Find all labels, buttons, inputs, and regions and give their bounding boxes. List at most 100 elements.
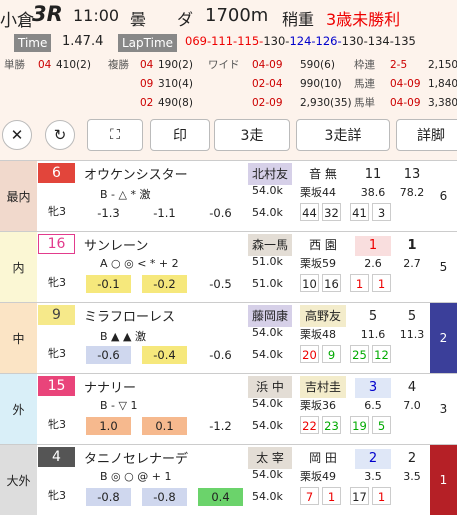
training-course: 栗坂49 — [300, 470, 336, 483]
expand-button[interactable]: ⛶ — [87, 119, 143, 151]
horse-number: 9 — [38, 305, 75, 325]
weight-2: 54.0k — [252, 206, 283, 219]
index-value: -0.8 — [142, 488, 187, 506]
horse-name[interactable]: オウケンシスター — [84, 164, 188, 183]
popularity: 2 — [355, 449, 391, 469]
horse-name[interactable]: ミラフローレス — [84, 306, 175, 325]
stat-box-2: 1 — [322, 487, 341, 505]
index-value: -0.6 — [198, 346, 243, 364]
weight: 54.0k — [252, 468, 283, 481]
prediction-marks: B - △ * 激 — [100, 188, 151, 201]
laptime-label: LapTime — [118, 34, 178, 52]
lap-value: 135 — [393, 34, 416, 48]
index-value: -0.5 — [198, 275, 243, 293]
horse-row[interactable]: 大外 4 牝3 タニノセレナーデ B ◎ ○ @ + 1 -0.8 -0.8 0.4… — [0, 444, 457, 515]
training-course: 栗坂36 — [300, 399, 336, 412]
stat-box-2: 32 — [322, 203, 341, 221]
stat-box-4: 5 — [372, 416, 391, 434]
index-value: -1.1 — [142, 204, 187, 222]
horse-row[interactable]: 内 16 牝3 サンレーン A ○ ◎ < * + 2 -0.1 -0.2 -0.5… — [0, 231, 457, 302]
stat-box-1: 10 — [300, 274, 319, 292]
reload-button[interactable]: ↻ — [45, 120, 75, 150]
horse-name[interactable]: ナナリー — [84, 377, 136, 396]
index-value: 1.0 — [86, 417, 131, 435]
jockey[interactable]: 浜 中 — [248, 376, 292, 398]
lap-value: 124- — [289, 34, 316, 48]
sex-age: 牝3 — [48, 205, 66, 218]
trainer: 吉村圭 — [300, 376, 346, 398]
three-race-detail-button[interactable]: 3走詳 — [296, 119, 390, 151]
weight-2: 51.0k — [252, 277, 283, 290]
horse-row[interactable]: 中 9 牝3 ミラフローレス B ▲ ▲ 激 -0.6 -0.4 -0.6 藤岡康 … — [0, 302, 457, 373]
horse-number: 4 — [38, 447, 75, 467]
index-value: -0.1 — [86, 275, 131, 293]
finish-time: 1.47.4 — [62, 34, 104, 49]
race-name: 3歳未勝利 — [326, 10, 401, 29]
index-value: 0.4 — [198, 488, 243, 506]
jockey[interactable]: 太 宰 — [248, 447, 292, 469]
jockey[interactable]: 森一馬 — [248, 234, 292, 256]
horse-number: 6 — [38, 163, 75, 183]
lap-value: 130- — [263, 34, 290, 48]
frame-number: 1 — [430, 445, 457, 515]
draw-position: 中 — [0, 303, 37, 373]
prediction-marks: B - ▽ 1 — [100, 399, 138, 412]
stat-box-4: 1 — [372, 274, 391, 292]
prediction-marks: B ▲ ▲ 激 — [100, 330, 146, 343]
stat-box-3: 1 — [350, 274, 369, 292]
index-value: -0.8 — [86, 488, 131, 506]
training-course: 栗坂44 — [300, 186, 336, 199]
weight-2: 54.0k — [252, 419, 283, 432]
horse-row[interactable]: 最内 6 牝3 オウケンシスター B - △ * 激 -1.3 -1.1 -0.6 … — [0, 160, 457, 231]
weight: 54.0k — [252, 184, 283, 197]
stat-box-1: 44 — [300, 203, 319, 221]
odds: 3.5 — [364, 470, 382, 483]
odds: 6.5 — [364, 399, 382, 412]
jockey[interactable]: 北村友 — [248, 163, 292, 185]
index-value: -0.6 — [198, 204, 243, 222]
trainer: 西 園 — [309, 238, 337, 252]
finish-rank: 2 — [407, 451, 417, 466]
odds: 38.6 — [360, 186, 386, 199]
finish-rank: 5 — [407, 309, 417, 324]
time-label: Time — [14, 34, 52, 52]
horse-name[interactable]: タニノセレナーデ — [84, 448, 188, 467]
stat-box-4: 1 — [372, 487, 391, 505]
finish-odds: 2.7 — [403, 257, 421, 270]
leg-detail-button[interactable]: 詳脚 — [396, 119, 457, 151]
stat-box-4: 3 — [372, 203, 391, 221]
lap-value: 126- — [315, 34, 342, 48]
draw-position: 大外 — [0, 445, 37, 515]
finish-odds: 3.5 — [403, 470, 421, 483]
weight: 54.0k — [252, 326, 283, 339]
three-race-button[interactable]: 3走 — [214, 119, 290, 151]
finish-odds: 11.3 — [399, 328, 425, 341]
training-course: 栗坂59 — [300, 257, 336, 270]
horse-row[interactable]: 外 15 牝3 ナナリー B - ▽ 1 1.0 0.1 -1.2 浜 中 吉村圭 … — [0, 373, 457, 444]
sex-age: 牝3 — [48, 418, 66, 431]
jockey[interactable]: 藤岡康 — [248, 305, 292, 327]
stat-box-3: 19 — [350, 416, 369, 434]
stat-box-4: 12 — [372, 345, 391, 363]
stat-box-2: 16 — [322, 274, 341, 292]
track-condition: 稍重 — [282, 10, 315, 29]
stat-box-3: 25 — [350, 345, 369, 363]
frame-number: 5 — [430, 232, 457, 302]
draw-position: 内 — [0, 232, 37, 302]
popularity: 1 — [355, 236, 391, 256]
weight: 54.0k — [252, 397, 283, 410]
horse-name[interactable]: サンレーン — [84, 235, 148, 254]
trainer: 岡 田 — [309, 451, 337, 465]
weight: 51.0k — [252, 255, 283, 268]
mark-button[interactable]: 印 — [150, 119, 210, 151]
training-course: 栗坂48 — [300, 328, 336, 341]
horse-number: 15 — [38, 376, 75, 396]
prediction-marks: B ◎ ○ @ + 1 — [100, 470, 172, 483]
post-time: 11:00 — [73, 6, 120, 25]
close-button[interactable]: ✕ — [2, 120, 32, 150]
finish-odds: 7.0 — [403, 399, 421, 412]
draw-position: 外 — [0, 374, 37, 444]
index-value: 0.1 — [142, 417, 187, 435]
sex-age: 牝3 — [48, 276, 66, 289]
odds: 2.6 — [364, 257, 382, 270]
